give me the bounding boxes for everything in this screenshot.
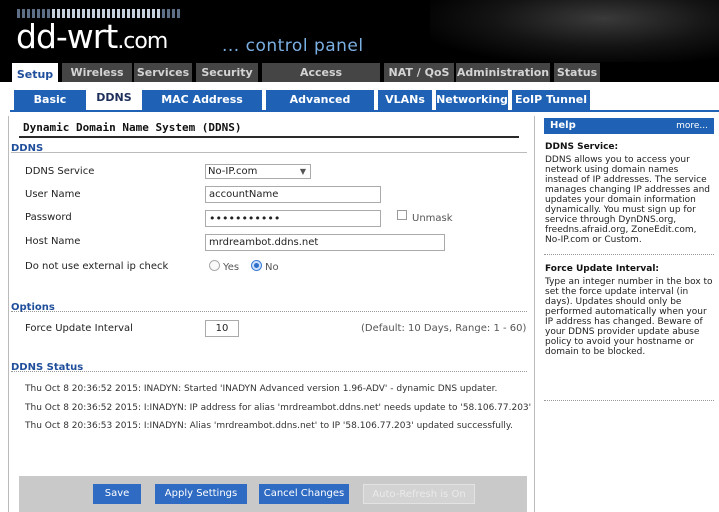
main-tabs: Setup Wireless Services Security Access … [0, 62, 719, 98]
header-banner: dd-wrt.com ... control panel [0, 0, 719, 62]
main-content: Dynamic Domain Name System (DDNS) DDNS D… [8, 116, 535, 512]
auto-refresh-button[interactable]: Auto-Refresh is On [363, 484, 475, 504]
force-update-input[interactable]: 10 [205, 320, 239, 337]
tab-access-restrictions[interactable]: Access Restrictions [262, 63, 380, 98]
ddwrt-logo[interactable]: dd-wrt.com [16, 20, 168, 59]
subtab-mac-address-clone[interactable]: MAC Address Clone [142, 90, 262, 126]
ddns-fieldset-border [11, 152, 527, 153]
subtab-vlans[interactable]: VLANs [378, 90, 432, 110]
save-button[interactable]: Save [93, 484, 141, 504]
cancel-changes-button[interactable]: Cancel Changes [259, 484, 349, 504]
tab-services[interactable]: Services [134, 63, 192, 82]
extip-no-radio[interactable] [251, 260, 262, 271]
help-header: Help more... [544, 118, 714, 134]
extip-label: Do not use external ip check [25, 261, 169, 272]
extip-yes-label: Yes [223, 262, 240, 273]
username-label: User Name [25, 189, 81, 200]
force-update-hint: (Default: 10 Days, Range: 1 - 60) [361, 323, 527, 334]
tab-wireless[interactable]: Wireless [62, 63, 132, 82]
username-input[interactable]: accountName [205, 186, 381, 203]
help-more-link[interactable]: more... [676, 118, 708, 134]
header-glow [430, 0, 719, 62]
chevron-down-icon: ▼ [299, 167, 306, 176]
ddns-service-select[interactable]: No-IP.com ▼ [205, 164, 311, 179]
subtab-underline [10, 110, 719, 112]
help-panel: Help more... DDNS Service: DDNS allows y… [544, 118, 714, 408]
extip-yes-radio[interactable] [209, 260, 220, 271]
control-panel-subtitle: ... control panel [222, 36, 364, 56]
subtab-eoip-tunnel[interactable]: EoIP Tunnel [512, 90, 590, 110]
status-log-line: Thu Oct 8 20:36:52 2015: I:INADYN: IP ad… [25, 403, 532, 413]
status-log-line: Thu Oct 8 20:36:52 2015: INADYN: Started… [25, 384, 498, 394]
hostname-input[interactable]: mrdreambot.ddns.net [205, 234, 445, 251]
subtab-networking[interactable]: Networking [436, 90, 508, 110]
subtab-advanced-routing[interactable]: Advanced Routing [266, 90, 374, 126]
page-title: Dynamic Domain Name System (DDNS) [19, 120, 519, 138]
tab-security[interactable]: Security [196, 63, 258, 82]
force-update-label: Force Update Interval [25, 323, 133, 334]
sub-tabs: Basic Setup DDNS MAC Address Clone Advan… [0, 82, 719, 126]
help-force-update-text: Type an integer number in the box to set… [545, 277, 713, 357]
subtab-basic-setup[interactable]: Basic Setup [14, 90, 86, 126]
ddns-service-label: DDNS Service [25, 166, 95, 177]
options-fieldset-border [11, 311, 527, 312]
button-bar: Save Apply Settings Cancel Changes Auto-… [19, 476, 527, 512]
status-fieldset-border [11, 371, 527, 372]
help-separator [544, 400, 714, 401]
hostname-label: Host Name [25, 236, 81, 247]
help-ddns-service-text: DDNS allows you to access your network u… [545, 155, 710, 245]
help-ddns-service-heading: DDNS Service: [545, 142, 619, 152]
password-input[interactable]: ••••••••••• [205, 210, 381, 227]
help-separator [544, 254, 714, 255]
password-label: Password [25, 212, 72, 223]
unmask-checkbox[interactable] [397, 210, 407, 220]
tab-administration[interactable]: Administration [456, 63, 550, 82]
tab-status[interactable]: Status [554, 63, 600, 82]
tab-nat-qos[interactable]: NAT / QoS [384, 63, 454, 82]
help-title: Help [550, 120, 576, 131]
apply-settings-button[interactable]: Apply Settings [155, 484, 247, 504]
status-log-line: Thu Oct 8 20:36:53 2015: I:INADYN: Alias… [25, 421, 513, 431]
help-force-update-heading: Force Update Interval: [545, 264, 660, 274]
unmask-label: Unmask [412, 213, 453, 224]
tab-setup[interactable]: Setup [12, 63, 58, 82]
subtab-ddns[interactable]: DDNS [88, 88, 140, 108]
extip-no-label: No [265, 262, 279, 273]
